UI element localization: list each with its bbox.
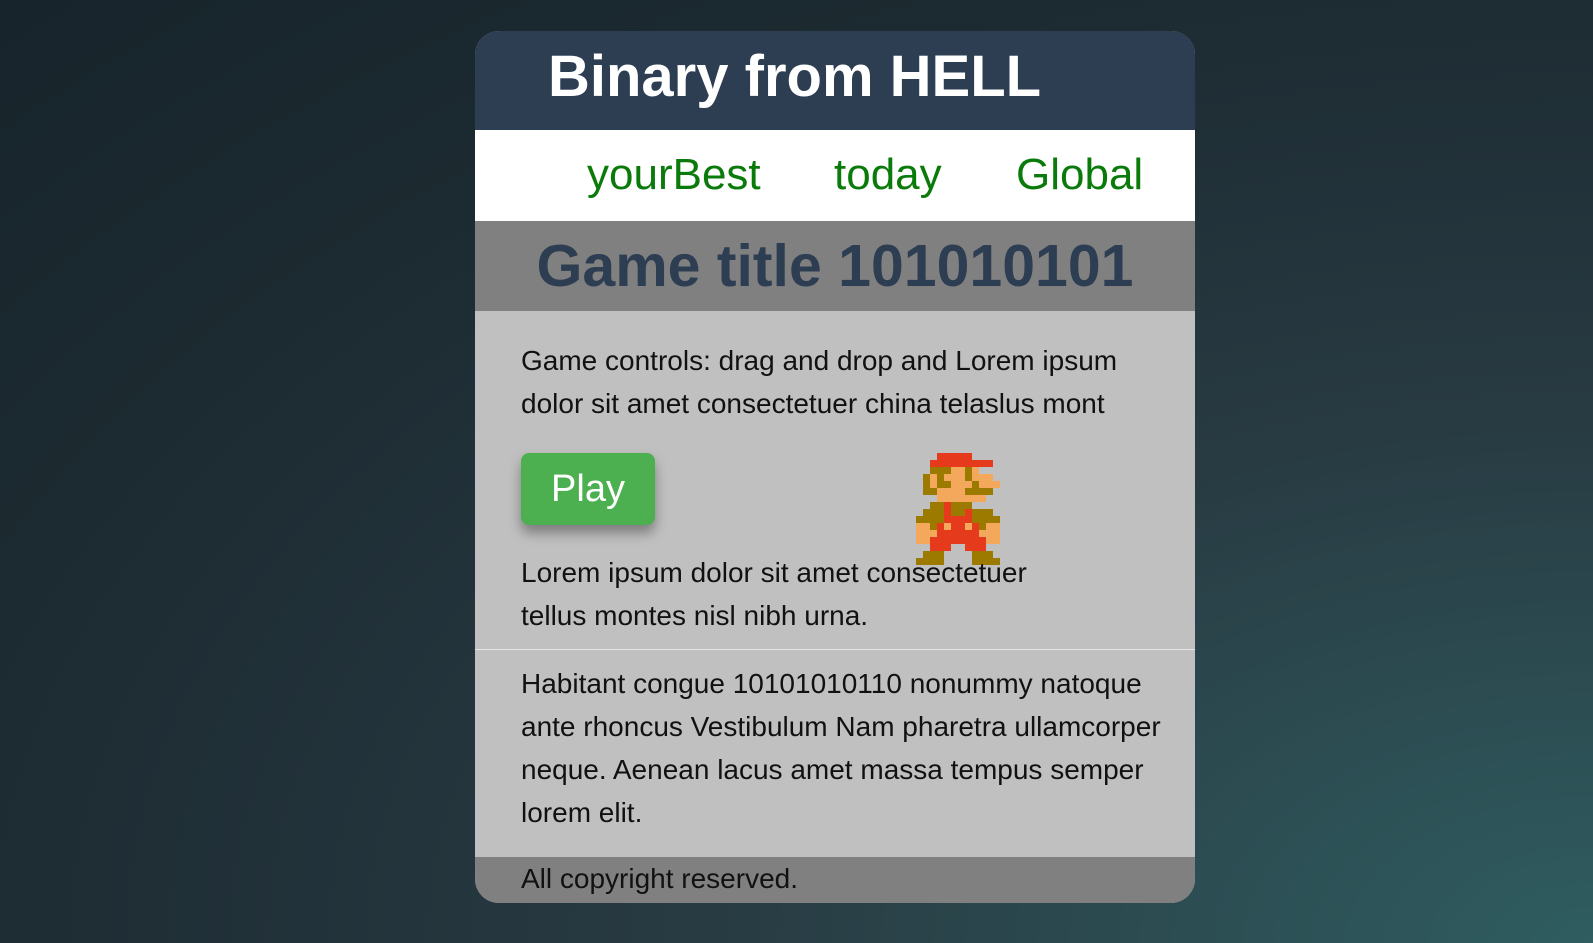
game-area: Game controls: drag and drop and Lorem i… [475, 311, 1195, 650]
nav-link-your-best[interactable]: yourBest [587, 150, 761, 201]
site-title: Binary from HELL [548, 44, 1042, 109]
top-nav: yourBest today Global [475, 130, 1195, 221]
site-footer: All copyright reserved. [475, 857, 1195, 903]
nav-link-global[interactable]: Global [1016, 150, 1143, 201]
nav-link-today[interactable]: today [834, 150, 942, 201]
game-description-text: Lorem ipsum dolor sit amet consectetuer … [521, 557, 1027, 631]
game-title: Game title 101010101 [536, 233, 1134, 299]
main-card: Binary from HELL yourBest today Global G… [475, 31, 1195, 903]
info-text: Habitant congue 10101010110 nonummy nato… [521, 668, 1161, 828]
game-controls-text: Game controls: drag and drop and Lorem i… [521, 345, 1118, 419]
play-button[interactable]: Play [521, 453, 655, 525]
copyright-text: All copyright reserved. [521, 863, 799, 894]
site-header: Binary from HELL [475, 31, 1195, 130]
info-section: Habitant congue 10101010110 nonummy nato… [475, 650, 1195, 857]
mario-sprite-icon [916, 453, 1000, 565]
game-title-bar: Game title 101010101 [475, 221, 1195, 311]
